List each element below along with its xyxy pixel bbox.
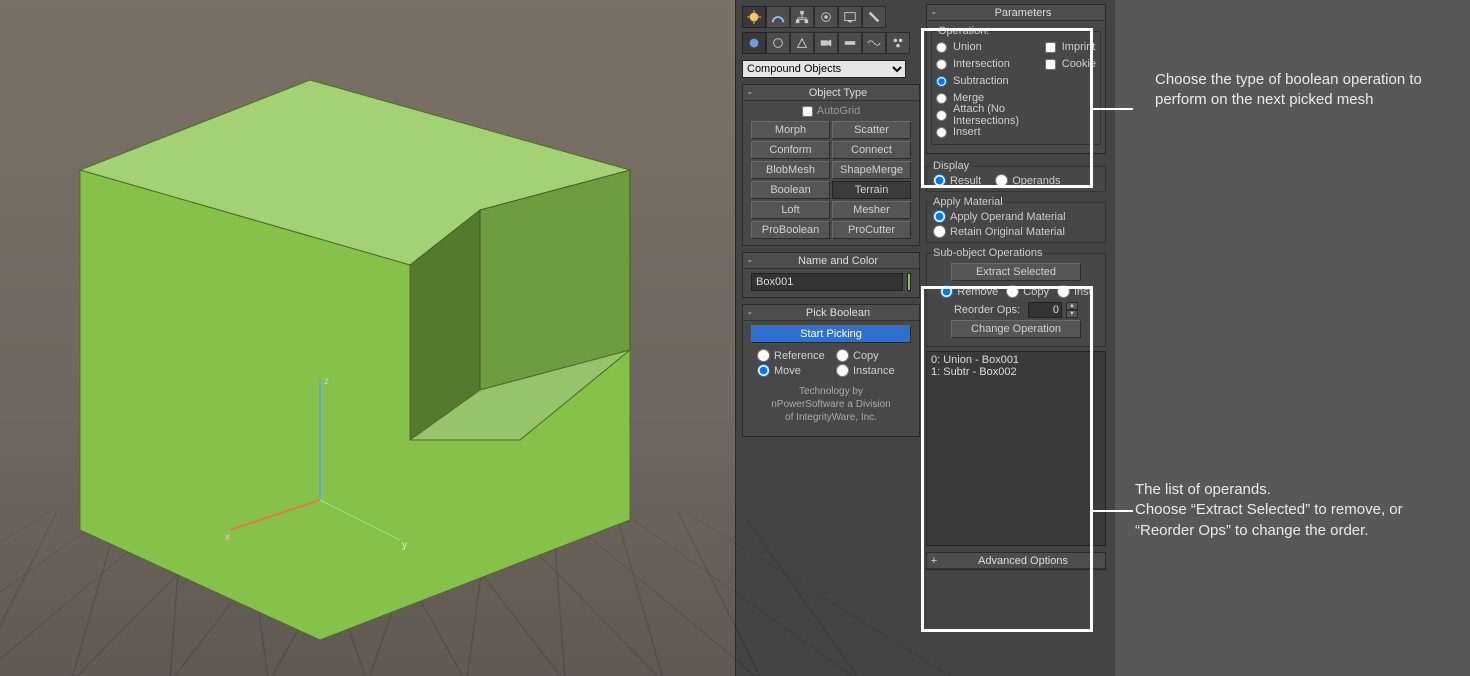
annotation-bottom: The list of operands.Choose “Extract Sel… (1135, 480, 1455, 541)
operand-row[interactable]: 1: Subtr - Box002 (931, 366, 1101, 378)
operand-row[interactable]: 0: Union - Box001 (931, 354, 1101, 366)
rollout-title: Advanced Options (941, 555, 1105, 567)
object-type-scatter[interactable]: Scatter (832, 121, 911, 139)
cameras-cat[interactable] (814, 32, 838, 54)
operation-intersection[interactable]: Intersection (936, 56, 1039, 72)
utilities-tab[interactable] (862, 6, 886, 28)
viewport-3d[interactable]: z x y (0, 0, 735, 676)
object-category-dropdown[interactable]: Compound Objects (742, 60, 906, 78)
object-type-morph[interactable]: Morph (751, 121, 830, 139)
subobj-mode-inst[interactable]: Inst (1057, 285, 1092, 298)
autogrid-checkbox[interactable]: AutoGrid (751, 105, 911, 117)
object-type-shapemerge[interactable]: ShapeMerge (832, 161, 911, 179)
operation-union[interactable]: Union (936, 39, 1039, 55)
apply-mat-apply-operand-material[interactable]: Apply Operand Material (933, 210, 1099, 223)
object-type-terrain[interactable]: Terrain (832, 181, 911, 199)
object-type-blobmesh[interactable]: BlobMesh (751, 161, 830, 179)
display-tab[interactable] (838, 6, 862, 28)
object-name-input[interactable] (751, 273, 903, 291)
rollout-parameters: -Parameters Operation: UnionIntersection… (926, 4, 1106, 154)
operand-list[interactable]: 0: Union - Box0011: Subtr - Box002 (926, 351, 1106, 546)
object-type-procutter[interactable]: ProCutter (832, 221, 911, 239)
display-group: Display Result Operands (926, 160, 1106, 192)
callout-line-bottom (1093, 510, 1133, 512)
reorder-ops-spinner[interactable]: ▲▼ (1028, 302, 1078, 318)
rollout-title: Pick Boolean (757, 307, 919, 319)
credit-text: Technology by nPowerSoftware a Division … (751, 379, 911, 430)
geometry-cat[interactable] (742, 32, 766, 54)
pick-mode-move[interactable]: Move (757, 364, 826, 377)
svg-text:x: x (225, 532, 230, 543)
object-type-connect[interactable]: Connect (832, 141, 911, 159)
object-type-boolean[interactable]: Boolean (751, 181, 830, 199)
object-color-swatch[interactable] (907, 273, 911, 291)
pick-mode-copy[interactable]: Copy (836, 349, 905, 362)
svg-text:y: y (402, 540, 407, 551)
object-type-conform[interactable]: Conform (751, 141, 830, 159)
display-result-radio[interactable]: Result (933, 174, 981, 187)
object-type-loft[interactable]: Loft (751, 201, 830, 219)
object-type-mesher[interactable]: Mesher (832, 201, 911, 219)
reorder-ops-label: Reorder Ops: (954, 304, 1020, 316)
modify-tab[interactable] (766, 6, 790, 28)
object-type-proboolean[interactable]: ProBoolean (751, 221, 830, 239)
rollout-advanced-options: +Advanced Options (926, 552, 1106, 570)
start-picking-button[interactable]: Start Picking (751, 325, 911, 343)
callout-line-top (1093, 108, 1133, 110)
subobj-mode-remove[interactable]: Remove (940, 285, 998, 298)
rollout-title: Parameters (941, 7, 1105, 19)
imprint-checkbox[interactable]: Imprint (1045, 39, 1096, 55)
apply-material-group: Apply Material Apply Operand MaterialRet… (926, 196, 1106, 243)
systems-cat[interactable] (886, 32, 910, 54)
create-tab[interactable] (742, 6, 766, 28)
rollout-title: Object Type (757, 87, 919, 99)
hierarchy-tab[interactable] (790, 6, 814, 28)
rollout-title: Name and Color (757, 255, 919, 267)
annotation-top: Choose the type of boolean operation to … (1155, 70, 1445, 111)
operation-insert[interactable]: Insert (936, 124, 1039, 140)
spacewarps-cat[interactable] (862, 32, 886, 54)
change-operation-button[interactable]: Change Operation (951, 320, 1081, 338)
create-category-tabs (742, 30, 920, 56)
extract-selected-button[interactable]: Extract Selected (951, 263, 1081, 281)
subobj-mode-copy[interactable]: Copy (1006, 285, 1049, 298)
command-panel-tabs (742, 4, 920, 30)
cookie-checkbox[interactable]: Cookie (1045, 56, 1096, 72)
rollout-toggle[interactable]: - (743, 307, 757, 319)
apply-mat-retain-original-material[interactable]: Retain Original Material (933, 225, 1099, 238)
subobject-ops-group: Sub-object Operations Extract Selected R… (926, 247, 1106, 347)
svg-text:z: z (324, 376, 329, 387)
rollout-toggle[interactable]: - (743, 255, 757, 267)
shapes-cat[interactable] (766, 32, 790, 54)
rollout-toggle[interactable]: - (927, 7, 941, 19)
display-operands-radio[interactable]: Operands (995, 174, 1060, 187)
boolean-cube: z x y (0, 0, 735, 676)
rollout-name-color: -Name and Color (742, 252, 920, 298)
lights-cat[interactable] (790, 32, 814, 54)
spinner-down[interactable]: ▼ (1066, 310, 1078, 318)
operation-group: Operation: UnionIntersectionSubtractionM… (931, 25, 1101, 145)
rollout-toggle[interactable]: - (743, 87, 757, 99)
rollout-toggle[interactable]: + (927, 555, 941, 567)
pick-mode-reference[interactable]: Reference (757, 349, 826, 362)
operation-attach-no-intersections-[interactable]: Attach (No Intersections) (936, 107, 1039, 123)
operation-subtraction[interactable]: Subtraction (936, 73, 1039, 89)
helpers-cat[interactable] (838, 32, 862, 54)
pick-mode-instance[interactable]: Instance (836, 364, 905, 377)
motion-tab[interactable] (814, 6, 838, 28)
spinner-up[interactable]: ▲ (1066, 302, 1078, 310)
rollout-object-type: -Object Type AutoGrid MorphScatterConfor… (742, 84, 920, 246)
rollout-pick-boolean: -Pick Boolean Start Picking Reference Cop… (742, 304, 920, 437)
